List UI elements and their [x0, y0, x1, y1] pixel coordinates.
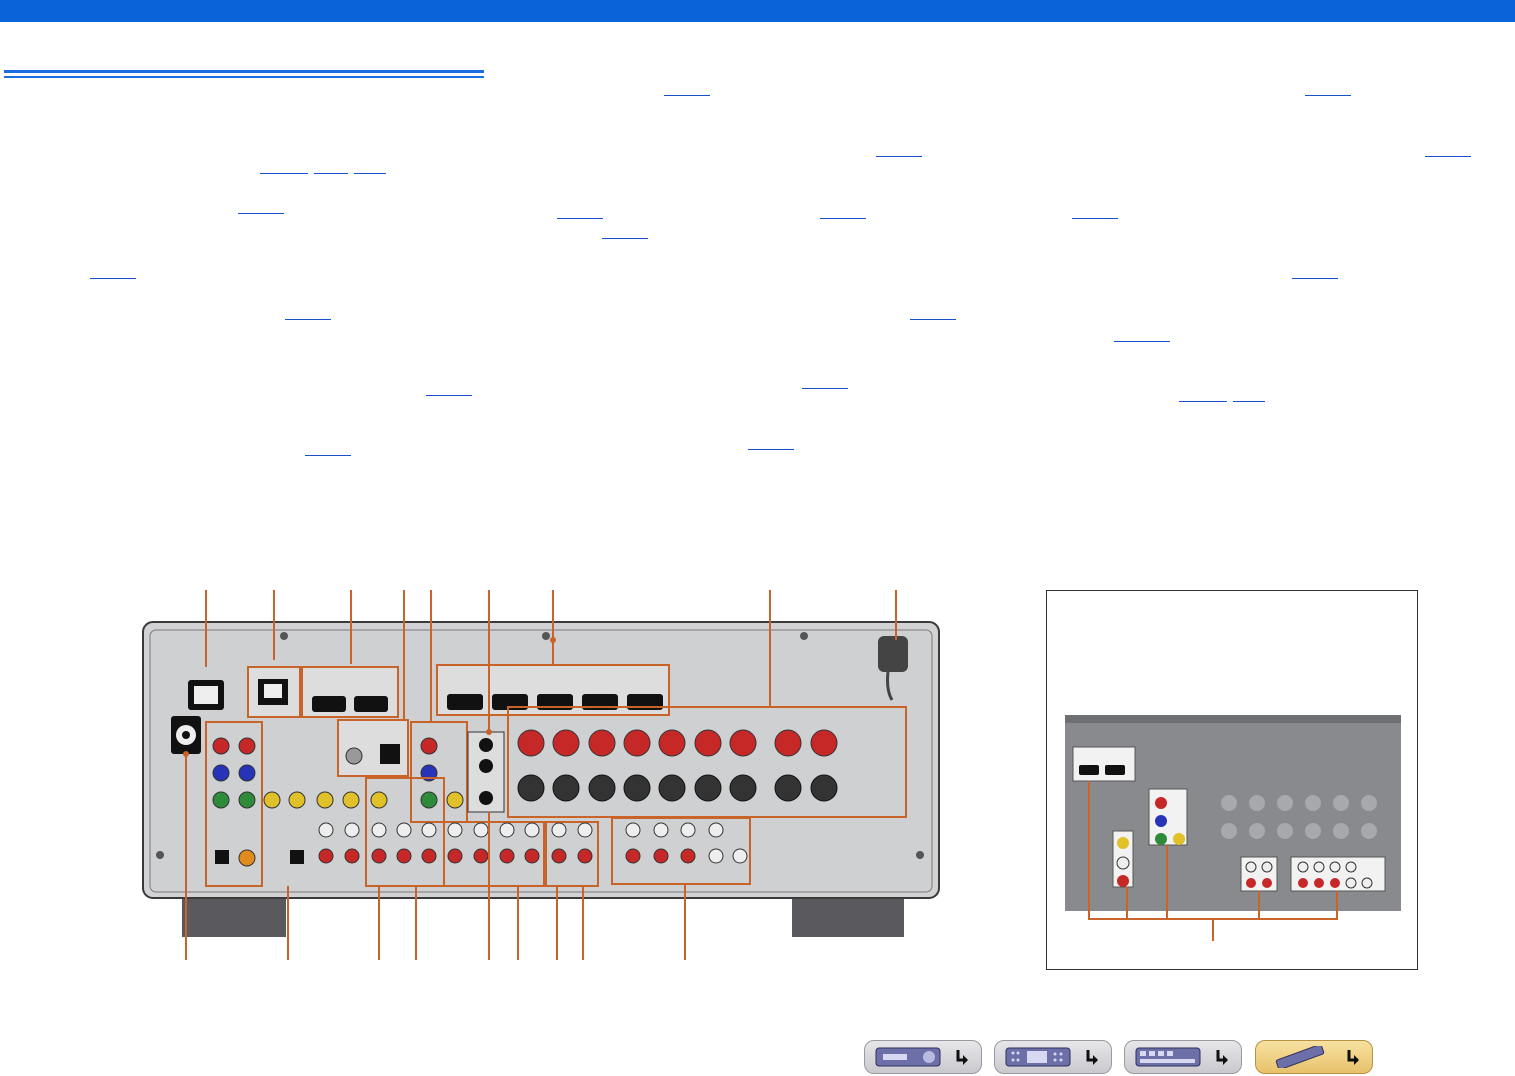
screw-icon: [156, 851, 164, 859]
remote-control-icon: [1275, 1046, 1325, 1068]
nav-remote-control-button[interactable]: [1255, 1040, 1373, 1074]
front-panel-icon: [875, 1047, 941, 1067]
arrow-icon: [1216, 1050, 1228, 1065]
nav-rear-panel-button[interactable]: [1124, 1040, 1242, 1074]
screw-icon: [542, 632, 550, 640]
zone-jacks-inset: [1046, 590, 1418, 970]
screw-icon: [280, 632, 288, 640]
fm-antenna-icon: [345, 747, 363, 765]
receiver-foot-right: [792, 897, 904, 937]
receiver-foot-left: [182, 897, 286, 937]
hdmi-port-icon: [1105, 765, 1125, 775]
rear-panel-icon: [1135, 1047, 1201, 1067]
hdmi-port-icon: [312, 696, 346, 712]
front-display-icon: [1005, 1047, 1071, 1067]
hdmi-port-icon: [447, 694, 483, 710]
arrow-icon: [1347, 1050, 1359, 1065]
arrow-icon: [956, 1050, 968, 1065]
screw-icon: [800, 632, 808, 640]
inset-hdmi-out-frame: [1072, 746, 1136, 782]
nav-front-panel-button[interactable]: [864, 1040, 982, 1074]
inset-diagram: [1065, 715, 1401, 941]
screw-icon: [916, 851, 924, 859]
nav-front-display-button[interactable]: [994, 1040, 1112, 1074]
power-cord-icon: [878, 636, 908, 672]
am-antenna-icon: [380, 744, 400, 764]
arrow-icon: [1086, 1050, 1098, 1065]
hdmi-port-icon: [1079, 765, 1099, 775]
hdmi-port-icon: [354, 696, 388, 712]
